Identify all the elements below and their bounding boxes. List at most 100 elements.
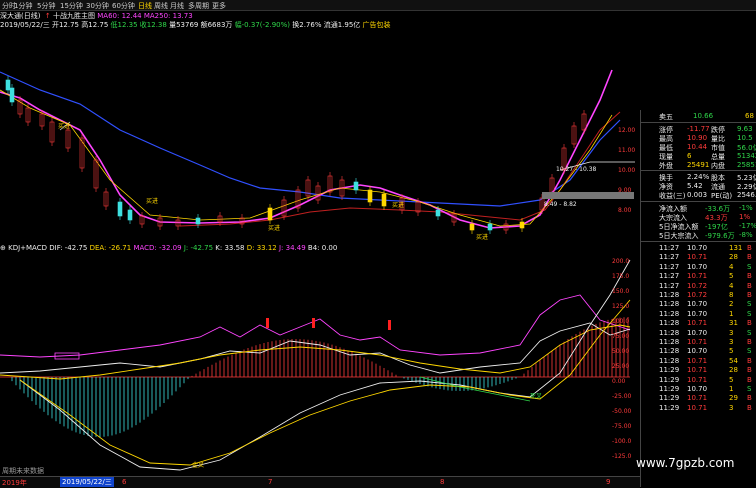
tick-side: B — [747, 272, 752, 281]
tick-row: 11:28 10.71 54 B — [641, 357, 756, 366]
tab-daily[interactable]: 日线 — [138, 1, 152, 11]
dea-value: DEA: -26.71 — [89, 244, 132, 252]
macd-axis-tick: 175.0 — [612, 273, 629, 280]
tab-multi-period[interactable]: 多周期 — [188, 1, 209, 11]
tick-time: 11:27 — [659, 253, 680, 262]
candle — [519, 221, 525, 229]
bar-date: 2019/05/22/三 — [0, 21, 50, 29]
tab-monthly[interactable]: 月线 — [170, 1, 184, 11]
sell5-label: 卖五 — [659, 113, 673, 121]
j1-value: J: -42.75 — [183, 244, 214, 252]
ma-values: MA60: 12.44 MA250: 13.73 — [97, 12, 193, 20]
bar-volume: 量53769 — [169, 21, 199, 29]
tab-15min[interactable]: 15分钟 — [60, 1, 83, 11]
dif-white-line — [19, 259, 631, 471]
candle — [9, 87, 15, 103]
tab-5min[interactable]: 5分钟 — [37, 1, 55, 11]
tick-side: B — [747, 319, 752, 328]
tick-time: 11:27 — [659, 272, 680, 281]
candles-group — [5, 76, 587, 234]
ma-magenta-line — [0, 69, 613, 229]
quote-value: 2546.2 — [737, 191, 756, 199]
tick-row: 11:29 10.71 5 B — [641, 376, 756, 385]
date-month-7: 7 — [268, 478, 273, 486]
bar-turnover: 换2.76% — [292, 21, 322, 29]
range-label-1: 10.27 - 10.38 — [556, 166, 597, 173]
tick-volume: 4 — [729, 281, 734, 290]
quote-value: 10.5 — [737, 134, 753, 142]
quote-value: 10.44 — [687, 143, 708, 151]
tick-volume: 5 — [729, 347, 734, 356]
tab-1min[interactable]: 1分钟 — [14, 1, 32, 11]
macd-axis-tick: 75.00 — [612, 333, 629, 340]
macd-axis-tick: -100.0 — [612, 438, 632, 445]
tab-weekly[interactable]: 周线 — [154, 1, 168, 11]
date-month-8: 8 — [440, 478, 445, 486]
tab-60min[interactable]: 60分钟 — [112, 1, 135, 11]
gold-cross-label: 金叉 — [192, 461, 204, 469]
tick-volume: 29 — [729, 394, 738, 403]
tick-price: 10.70 — [687, 385, 708, 393]
buy-label-5: 买进 — [476, 233, 488, 240]
macd-axis-tick: 0.00 — [612, 378, 626, 385]
ma-yellow-line — [0, 89, 613, 227]
quote-row-ext: 换手2.24%股本5.23亿 — [641, 173, 756, 182]
tick-time: 11:28 — [659, 347, 680, 356]
quote-row: 最低10.44市值56.0亿 — [641, 143, 756, 152]
tick-volume: 4 — [729, 262, 734, 271]
tick-volume: 1 — [729, 385, 734, 393]
flow-pct: 1% — [739, 213, 751, 221]
candle — [267, 207, 273, 221]
tab-30min[interactable]: 30分钟 — [86, 1, 109, 11]
date-axis: 周期未来数据 2019年 2019/05/22/三 6 7 8 9 — [0, 467, 640, 488]
quote-value: 9.63 — [737, 125, 753, 133]
tick-side: B — [747, 403, 752, 412]
tick-price: 10.70 — [687, 347, 708, 356]
tick-price: 10.71 — [687, 403, 708, 412]
tick-price: 10.71 — [687, 253, 708, 262]
tick-side: B — [747, 356, 752, 365]
bar-close: 收12.38 — [139, 21, 167, 29]
tick-row: 11:27 10.71 5 B — [641, 272, 756, 281]
k-value: K: 33.58 — [215, 244, 245, 252]
quote-row: 外盘25491内盘25851 — [641, 161, 756, 170]
bar-open: 开12.75 — [51, 21, 79, 29]
macd-axis-tick: 150.0 — [612, 288, 629, 295]
indicator-name[interactable]: 十战九胜主图 — [53, 12, 95, 20]
tick-volume: 31 — [729, 319, 738, 328]
indicator-title[interactable]: KDJ+MACD — [8, 244, 47, 252]
candlestick-chart[interactable]: 买进 买进 买进 买进 买进 10.27 - 10.38 8.49 - 8.82… — [0, 30, 640, 240]
tick-price: 10.72 — [687, 281, 708, 290]
bar-low: 低12.35 — [110, 21, 138, 29]
quote-value: 0.003 — [687, 191, 708, 199]
quote-value: 2.24% — [687, 173, 710, 181]
quote-label: 收益(三) — [659, 192, 686, 200]
tick-time: 11:27 — [659, 262, 680, 271]
tick-side: B — [747, 244, 752, 252]
tick-row: 11:29 10.71 29 B — [641, 394, 756, 403]
tick-side: B — [747, 281, 752, 290]
date-cursor: 2019/05/22/三 — [60, 477, 114, 487]
tick-side: B — [747, 338, 752, 346]
tick-side: S — [747, 300, 752, 309]
indicator-select-icon[interactable]: ⊕ — [0, 244, 6, 252]
tick-row: 11:28 10.70 3 S — [641, 329, 756, 338]
watermark-text: www.7gpzb.com — [636, 456, 735, 470]
tick-side: S — [747, 309, 752, 318]
tick-volume: 8 — [729, 291, 734, 299]
tick-price: 10.71 — [687, 394, 708, 403]
tick-volume: 3 — [729, 338, 734, 346]
quote-row: 最高 10.90 量比 10.5 — [641, 134, 756, 143]
tick-side: B — [747, 291, 752, 299]
price-tick-2: 11.00 — [618, 147, 635, 154]
d-value: D: 33.12 — [246, 244, 277, 252]
tick-price: 10.70 — [687, 328, 708, 337]
tick-volume: 28 — [729, 253, 738, 262]
macd-kdj-chart[interactable]: 金叉 死叉 200.0 175.0 150.0 125.0 100.0 75.00 50.0… — [0, 255, 640, 473]
period-toolbar: 分时 1分钟 5分钟 15分钟 30分钟 60分钟 日线 周线 月线 多周期 更… — [0, 0, 756, 11]
tick-price: 10.72 — [687, 291, 708, 299]
date-month-6: 6 — [122, 478, 127, 486]
tab-more[interactable]: 更多 — [212, 1, 226, 11]
quote-value: 51342 — [737, 152, 756, 160]
indicator-header: ⊕ KDJ+MACD DIF: -42.75 DEA: -26.71 MACD:… — [0, 244, 640, 254]
